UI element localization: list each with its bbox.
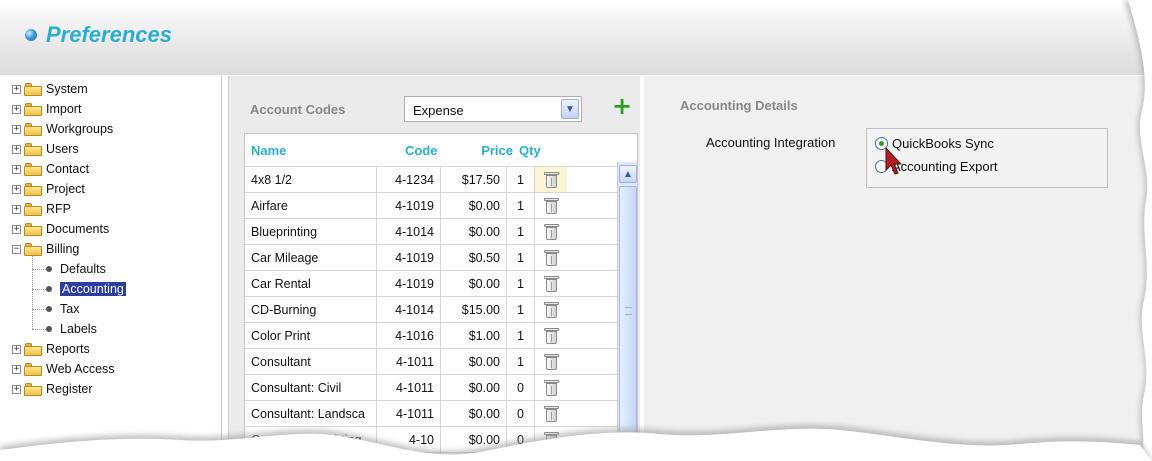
torn-edge-decoration <box>0 0 1152 461</box>
